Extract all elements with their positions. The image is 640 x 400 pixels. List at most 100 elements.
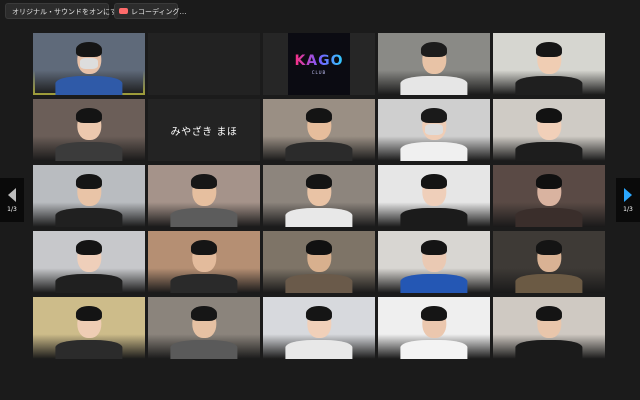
participant-figure bbox=[55, 304, 123, 359]
logo-subtext: CLUB bbox=[311, 70, 327, 75]
face-mask bbox=[79, 57, 99, 69]
previous-page-button[interactable]: 1/3 bbox=[0, 178, 24, 222]
participant-hair bbox=[535, 239, 563, 255]
participant-body bbox=[400, 340, 468, 359]
page-indicator-left: 1/3 bbox=[7, 205, 17, 213]
participant-tile[interactable] bbox=[148, 165, 260, 227]
participant-hair bbox=[305, 305, 333, 321]
participant-hair bbox=[305, 239, 333, 255]
original-sound-label: オリジナル・サウンドをオンにする bbox=[12, 8, 125, 16]
participant-body bbox=[55, 274, 123, 293]
participant-tile[interactable] bbox=[263, 165, 375, 227]
participant-body bbox=[55, 76, 123, 95]
participant-hair bbox=[305, 173, 333, 189]
participant-body bbox=[55, 340, 123, 359]
participant-tile[interactable] bbox=[33, 297, 145, 359]
participant-body bbox=[285, 274, 353, 293]
participant-body bbox=[515, 274, 583, 293]
participant-tile[interactable] bbox=[493, 99, 605, 161]
participant-figure bbox=[285, 106, 353, 161]
participant-figure bbox=[515, 40, 583, 95]
participant-hair bbox=[305, 107, 333, 123]
participant-figure bbox=[285, 304, 353, 359]
participant-body bbox=[400, 208, 468, 227]
club-logo: KAGO CLUB bbox=[288, 33, 350, 95]
participant-tile[interactable] bbox=[378, 99, 490, 161]
participant-hair bbox=[75, 239, 103, 255]
participant-tile[interactable] bbox=[493, 33, 605, 95]
participant-body bbox=[400, 142, 468, 161]
participant-figure bbox=[515, 172, 583, 227]
participant-hair bbox=[75, 305, 103, 321]
participant-hair bbox=[420, 41, 448, 57]
participant-hair bbox=[420, 173, 448, 189]
participant-figure bbox=[170, 172, 238, 227]
participant-tile[interactable] bbox=[33, 165, 145, 227]
participant-hair bbox=[420, 305, 448, 321]
participant-figure bbox=[515, 304, 583, 359]
participant-tile[interactable] bbox=[493, 165, 605, 227]
participant-tile[interactable] bbox=[33, 33, 145, 95]
chevron-left-icon bbox=[8, 187, 16, 202]
participant-hair bbox=[535, 107, 563, 123]
participant-figure bbox=[515, 106, 583, 161]
record-icon bbox=[119, 8, 128, 14]
face-mask bbox=[424, 123, 444, 135]
recording-label: レコーディング… bbox=[131, 8, 187, 16]
participant-figure bbox=[55, 40, 123, 95]
participant-body bbox=[515, 340, 583, 359]
participant-hair bbox=[535, 173, 563, 189]
participant-figure bbox=[400, 172, 468, 227]
participant-figure bbox=[515, 238, 583, 293]
participant-body bbox=[170, 208, 238, 227]
participant-hair bbox=[420, 239, 448, 255]
original-sound-toggle-button[interactable]: オリジナル・サウンドをオンにする bbox=[5, 3, 124, 19]
chevron-right-icon bbox=[624, 187, 632, 202]
next-page-button[interactable]: 1/3 bbox=[616, 178, 640, 222]
participant-figure bbox=[55, 238, 123, 293]
recording-indicator-button[interactable]: レコーディング… bbox=[114, 3, 187, 19]
participant-figure bbox=[400, 238, 468, 293]
participant-body bbox=[285, 340, 353, 359]
participant-hair bbox=[190, 173, 218, 189]
participant-tile[interactable] bbox=[378, 165, 490, 227]
participant-tile[interactable]: みやざき まほ bbox=[148, 99, 260, 161]
participant-tile[interactable] bbox=[148, 231, 260, 293]
participant-body bbox=[170, 340, 238, 359]
participant-tile[interactable] bbox=[148, 33, 260, 95]
participant-tile[interactable] bbox=[263, 297, 375, 359]
participant-hair bbox=[535, 305, 563, 321]
participant-hair bbox=[535, 41, 563, 57]
participant-tile[interactable] bbox=[493, 297, 605, 359]
participant-tile[interactable] bbox=[378, 33, 490, 95]
participant-tile[interactable]: KAGO CLUB bbox=[263, 33, 375, 95]
participant-tile[interactable] bbox=[263, 231, 375, 293]
participant-figure bbox=[170, 238, 238, 293]
participant-hair bbox=[190, 239, 218, 255]
participant-body bbox=[400, 274, 468, 293]
participant-figure bbox=[285, 238, 353, 293]
participant-tile[interactable] bbox=[33, 231, 145, 293]
participant-figure bbox=[400, 106, 468, 161]
participant-figure bbox=[400, 40, 468, 95]
participant-tile[interactable] bbox=[33, 99, 145, 161]
participant-hair bbox=[420, 107, 448, 123]
participant-hair bbox=[190, 305, 218, 321]
participant-body bbox=[285, 208, 353, 227]
participant-tile[interactable] bbox=[378, 231, 490, 293]
participant-figure bbox=[55, 172, 123, 227]
participant-tile[interactable] bbox=[148, 297, 260, 359]
participant-hair bbox=[75, 41, 103, 57]
participant-tile[interactable] bbox=[493, 231, 605, 293]
logo-text: KAGO bbox=[294, 53, 344, 69]
participant-body bbox=[515, 208, 583, 227]
participant-tile[interactable] bbox=[263, 99, 375, 161]
page-indicator-right: 1/3 bbox=[623, 205, 633, 213]
participant-body bbox=[515, 76, 583, 95]
participant-body bbox=[55, 208, 123, 227]
participant-name: みやざき まほ bbox=[170, 126, 238, 138]
participant-body bbox=[55, 142, 123, 161]
participant-figure bbox=[170, 304, 238, 359]
participant-body bbox=[515, 142, 583, 161]
participant-tile[interactable] bbox=[378, 297, 490, 359]
